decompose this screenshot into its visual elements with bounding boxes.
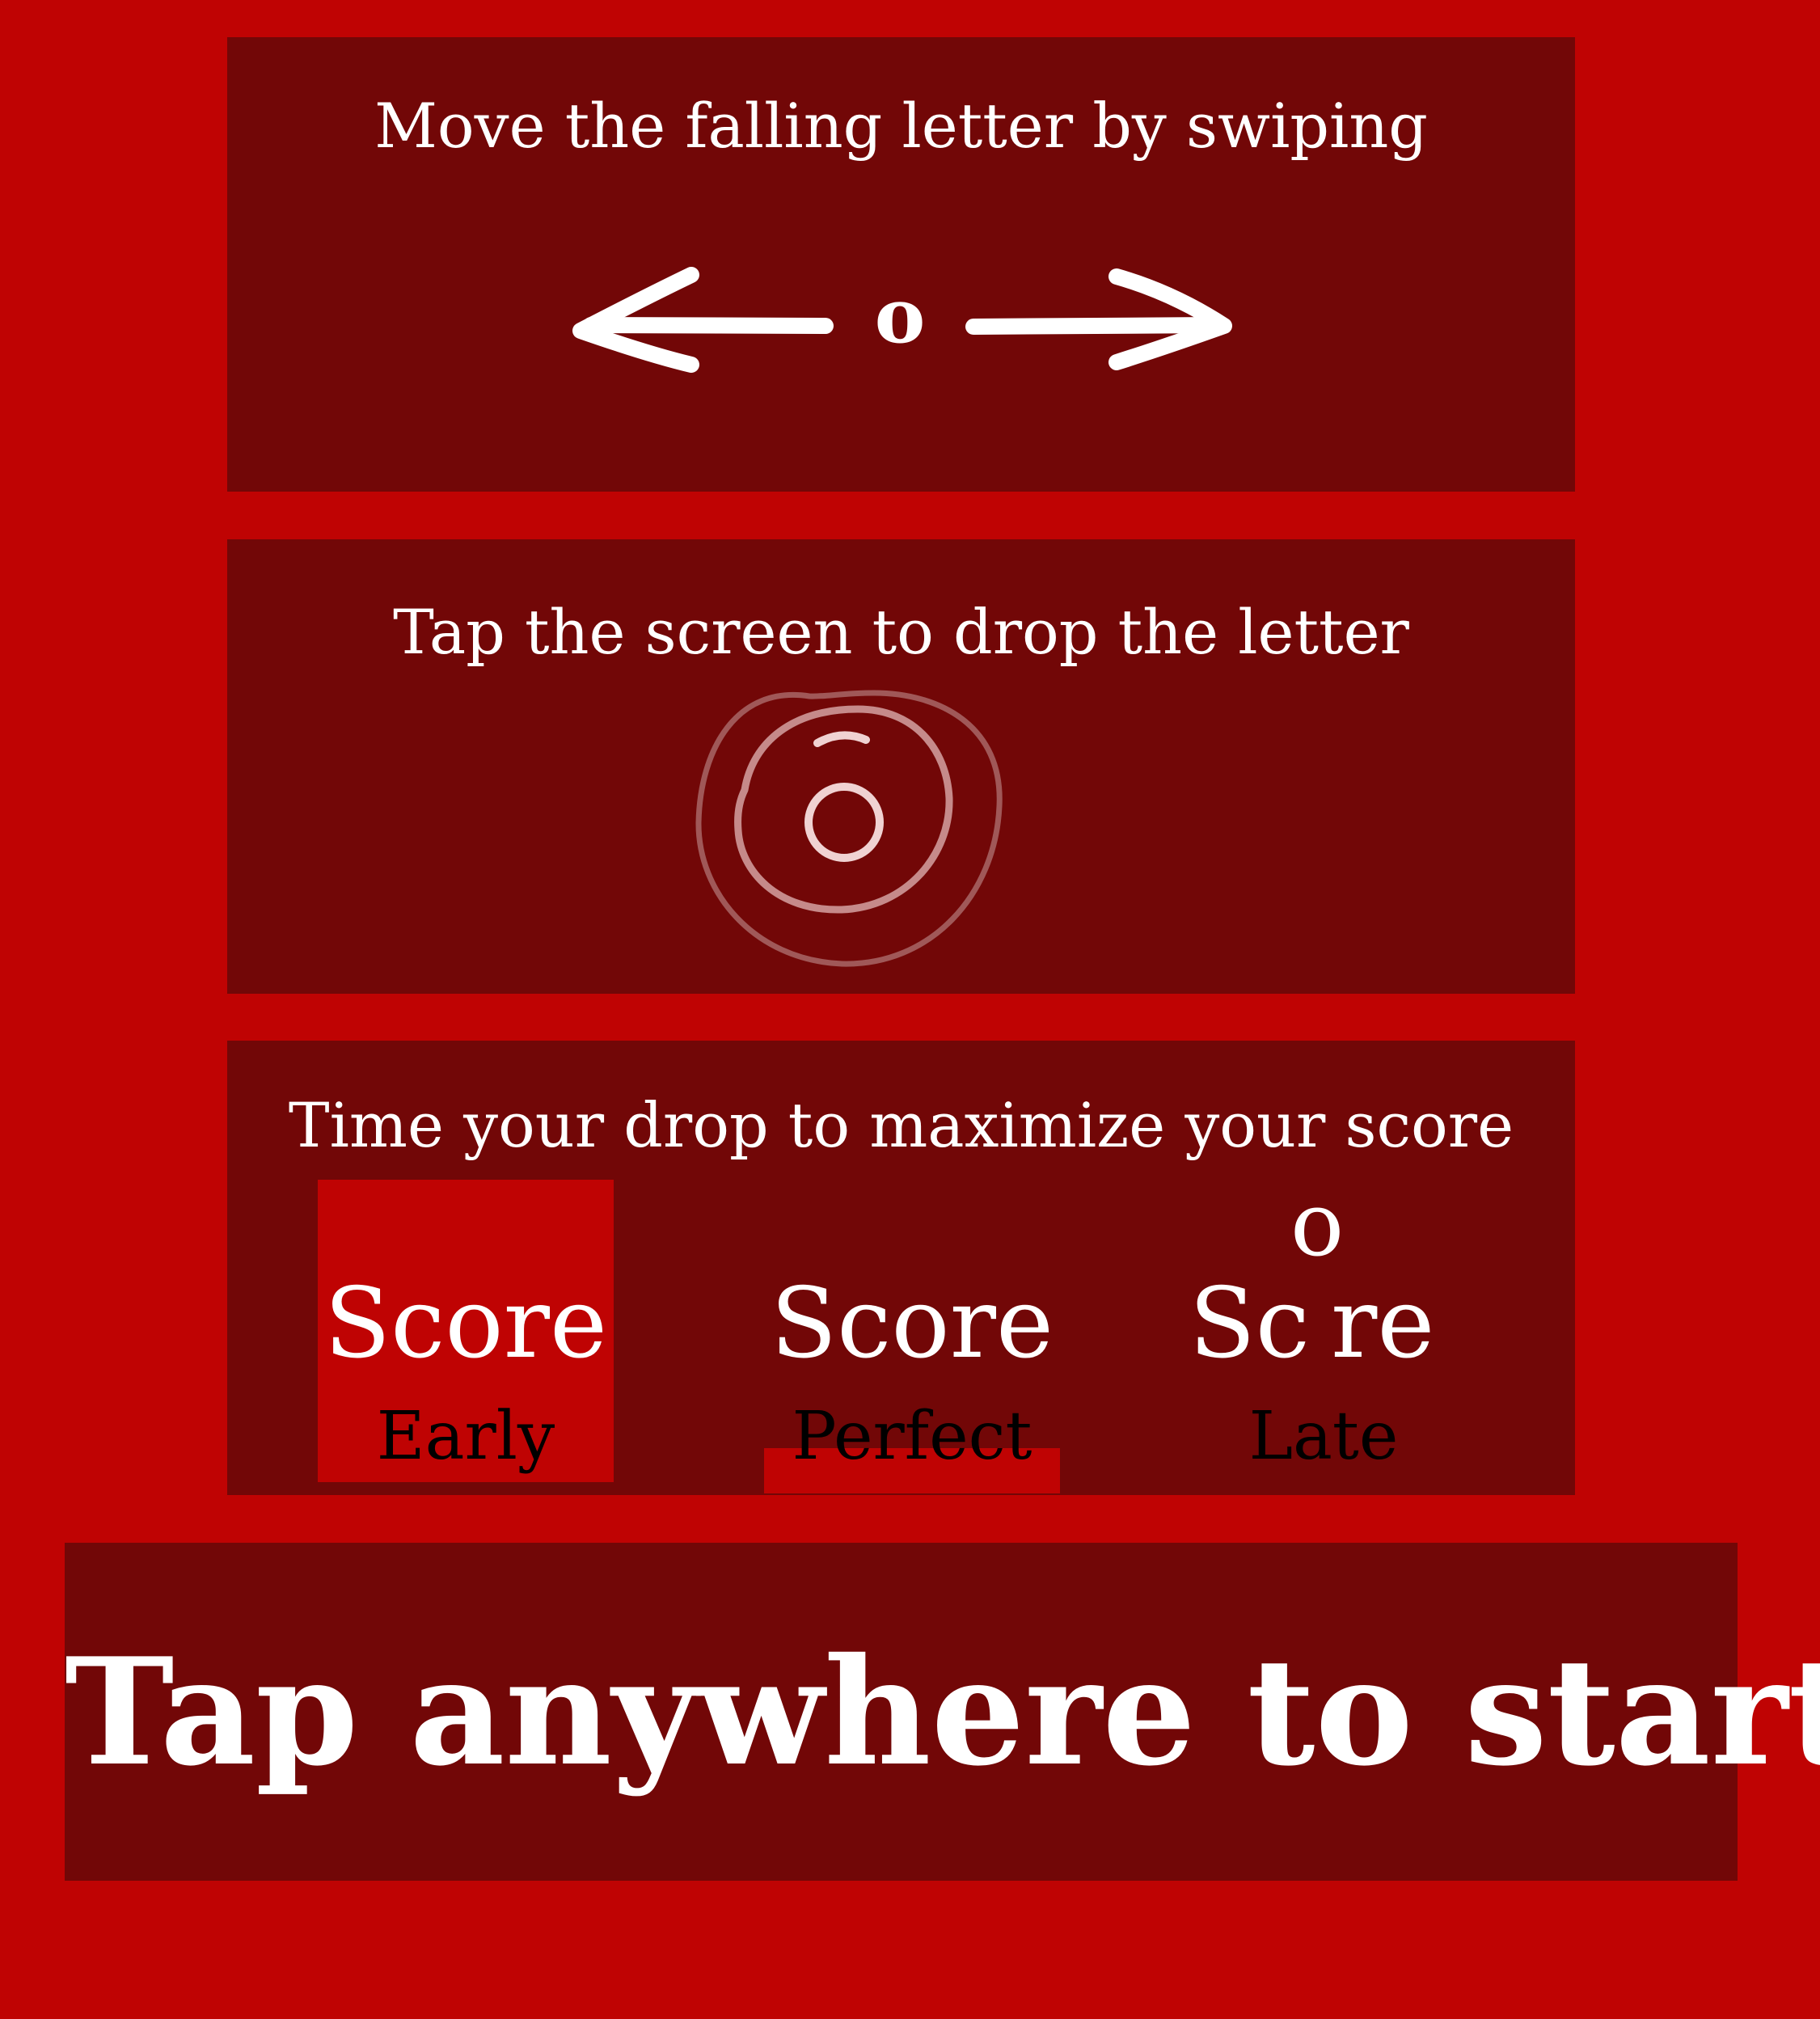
start-label: Tap anywhere to start (65, 1625, 1820, 1798)
score-word-left: Sc (1189, 1268, 1310, 1380)
tap-instruction-panel: Tap the screen to drop the letter (227, 539, 1575, 994)
tap-ripple-icon (695, 690, 1003, 967)
perfect-score-example: Score Perfect (764, 1180, 1060, 1493)
late-score-example: Sc o re Late (1176, 1180, 1472, 1482)
timing-instruction-text: Time your drop to maximize your score (288, 1089, 1514, 1161)
late-label: Late (1248, 1398, 1399, 1475)
early-score-example: Score Early (318, 1180, 614, 1482)
early-label: Early (376, 1398, 555, 1475)
swipe-instruction-panel: Move the falling letter by swiping o (227, 37, 1575, 492)
late-dropped-letter: o (1290, 1172, 1345, 1276)
timing-instruction-panel: Time your drop to maximize your score Sc… (227, 1041, 1575, 1495)
start-button[interactable]: Tap anywhere to start (65, 1543, 1820, 1881)
score-word: Score (323, 1268, 608, 1380)
arrow-right-icon (965, 268, 1232, 370)
score-word: Score (770, 1268, 1054, 1380)
perfect-label: Perfect (792, 1398, 1032, 1475)
score-word-right: re (1331, 1268, 1435, 1380)
